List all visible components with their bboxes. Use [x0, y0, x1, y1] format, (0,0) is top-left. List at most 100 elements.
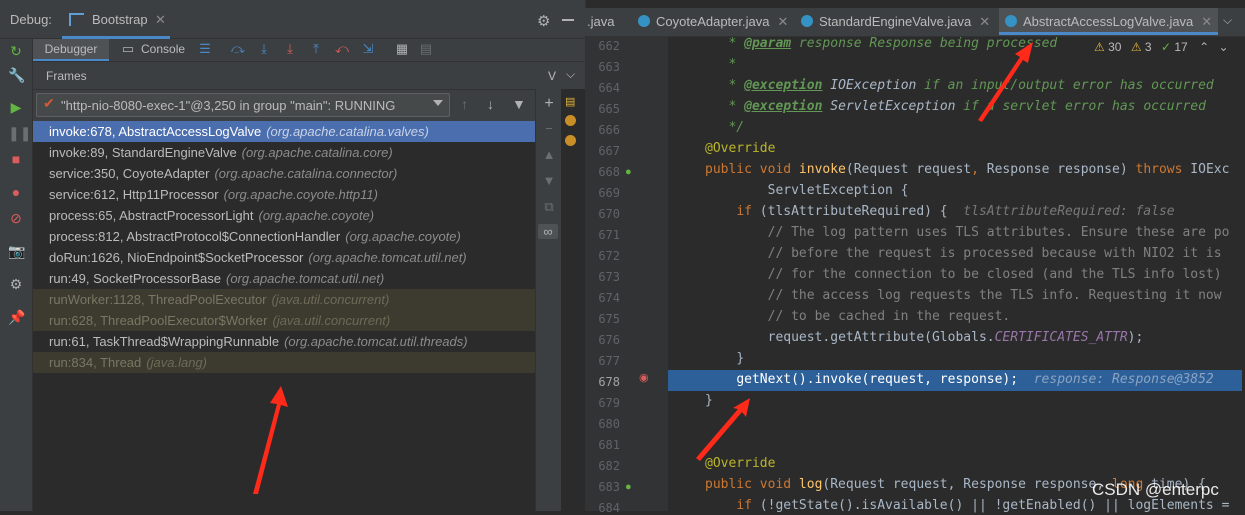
pause-icon[interactable]: ❚❚ [8, 125, 31, 141]
view-breakpoints-icon[interactable]: ● [8, 184, 24, 200]
frame-method: invoke:89, StandardEngineValve [49, 145, 237, 160]
resume-icon[interactable]: ▶ [8, 99, 24, 115]
force-step-into-icon[interactable]: ⤓ [283, 42, 297, 56]
line-number[interactable]: 679 [586, 396, 620, 410]
frame-row[interactable]: process:65, AbstractProcessorLight (org.a… [33, 205, 535, 226]
breakpoint-icon[interactable]: ◉ [639, 371, 649, 384]
frame-method: run:628, ThreadPoolExecutor$Worker [49, 313, 268, 328]
line-number[interactable]: 663 [586, 60, 620, 74]
close-icon[interactable]: ✕ [979, 14, 990, 29]
frame-row[interactable]: run:628, ThreadPoolExecutor$Worker (java.… [33, 310, 535, 331]
frame-row[interactable]: service:350, CoyoteAdapter (org.apache.ca… [33, 163, 535, 184]
frame-package: (org.apache.catalina.connector) [214, 166, 398, 181]
close-icon[interactable]: ✕ [777, 14, 788, 29]
move-down-icon[interactable]: ▼ [541, 173, 557, 188]
frame-method: run:61, TaskThread$WrappingRunnable [49, 334, 280, 349]
frame-method: run:834, Thread [49, 355, 142, 370]
line-number[interactable]: 672 [586, 249, 620, 263]
rerun-icon[interactable]: ↻ [8, 43, 24, 59]
frame-row[interactable]: invoke:678, AbstractAccessLogValve (org.a… [33, 121, 535, 142]
arrow-down-icon[interactable]: ↓ [487, 96, 494, 112]
line-number[interactable]: 681 [586, 438, 620, 452]
drop-frame-icon[interactable]: ⤺ [335, 42, 349, 56]
mute-breakpoints-icon[interactable]: ⊘ [8, 210, 24, 226]
editor-tab[interactable]: .java [587, 8, 614, 35]
line-number[interactable]: 674 [586, 291, 620, 305]
settings-icon[interactable]: ⚙ [8, 276, 24, 292]
gear-icon[interactable]: ⚙ [537, 12, 550, 30]
evaluate-expression-icon[interactable]: ▦ [395, 42, 409, 56]
chevron-up-icon[interactable]: ⌃ [1199, 40, 1209, 54]
frame-row[interactable]: process:812, AbstractProtocol$Connection… [33, 226, 535, 247]
line-number[interactable]: 675 [586, 312, 620, 326]
close-icon[interactable]: ✕ [1201, 14, 1212, 29]
line-number[interactable]: 668 [586, 165, 620, 179]
line-number[interactable]: 676 [586, 333, 620, 347]
line-number[interactable]: 664 [586, 81, 620, 95]
line-number[interactable]: 671 [586, 228, 620, 242]
line-number[interactable]: 665 [586, 102, 620, 116]
dropdown-arrow-icon [433, 100, 443, 106]
line-number[interactable]: 683 [586, 480, 620, 494]
run-to-cursor-icon[interactable]: ⇲ [361, 42, 375, 56]
line-number[interactable]: 682 [586, 459, 620, 473]
thread-selector[interactable]: ✔ "http-nio-8080-exec-1"@3,250 in group … [36, 93, 450, 117]
step-into-icon[interactable]: ⤓ [257, 42, 271, 56]
frame-row[interactable]: doRun:1626, NioEndpoint$SocketProcessor (… [33, 247, 535, 268]
tab-console[interactable]: Console [141, 39, 185, 61]
filter-icon[interactable]: ▼ [512, 96, 526, 112]
step-over-icon[interactable]: ⤼ [231, 42, 245, 56]
trace-icon[interactable]: ▤ [419, 42, 433, 56]
line-number[interactable]: 673 [586, 270, 620, 284]
line-number[interactable]: 662 [586, 39, 620, 53]
step-out-icon[interactable]: ⤒ [309, 42, 323, 56]
debug-title: Debug: [10, 12, 52, 27]
chevron-down-icon[interactable]: ⌵ [566, 67, 575, 82]
frame-row[interactable]: service:612, Http11Processor (org.apache.… [33, 184, 535, 205]
frame-row[interactable]: run:61, TaskThread$WrappingRunnable (org.… [33, 331, 535, 352]
list-icon[interactable]: ☰ [198, 42, 212, 56]
tab-debugger[interactable]: Debugger [33, 39, 109, 61]
frame-row[interactable]: run:834, Thread (java.lang) [33, 352, 535, 373]
glasses-icon[interactable]: ∞ [538, 224, 558, 239]
line-number[interactable]: 669 [586, 186, 620, 200]
line-number[interactable]: 680 [586, 417, 620, 431]
editor-tab[interactable]: CoyoteAdapter.java ✕ [638, 8, 788, 35]
implements-marker-icon[interactable]: ● [625, 166, 632, 178]
chevron-down-icon[interactable]: ⌄ [1218, 40, 1228, 54]
code-line-667: @Override [705, 141, 776, 156]
line-number[interactable]: 667 [586, 144, 620, 158]
code-line-675: // to be cached in the request. [767, 309, 1011, 324]
tab-list-icon[interactable]: ⌵ [1223, 13, 1232, 28]
line-number[interactable]: 678 [586, 375, 620, 389]
wrench-icon[interactable]: 🔧 [8, 67, 25, 83]
add-icon[interactable]: + [541, 95, 557, 113]
frame-package: (org.apache.coyote) [258, 208, 375, 223]
minimize-icon[interactable] [562, 19, 574, 21]
remove-icon[interactable]: − [541, 121, 557, 136]
run-config-tab-bootstrap[interactable]: Bootstrap ✕ [62, 6, 170, 39]
line-number[interactable]: 684 [586, 501, 620, 515]
editor-tab-active[interactable]: AbstractAccessLogValve.java ✕ [999, 8, 1219, 35]
pin-icon[interactable]: 📌 [8, 309, 25, 325]
close-icon[interactable]: ✕ [155, 12, 166, 28]
weak-warning-count: 3 [1144, 40, 1152, 54]
editor-tab[interactable]: StandardEngineValve.java ✕ [801, 8, 990, 35]
inspection-widget[interactable]: ⚠ 30 ⚠ 3 ✓ 17 ⌃ ⌄ [1094, 40, 1229, 54]
implements-marker-icon[interactable]: ● [625, 481, 632, 493]
move-up-icon[interactable]: ▲ [541, 147, 557, 162]
line-number[interactable]: 670 [586, 207, 620, 221]
code-line-672: // before the request is processed becau… [767, 246, 1222, 261]
frame-row[interactable]: run:49, SocketProcessorBase (org.apache.t… [33, 268, 535, 289]
arrow-up-icon[interactable]: ↑ [461, 96, 468, 112]
frame-package: (org.apache.catalina.core) [241, 145, 393, 160]
code-line-662: * @param response Response being process… [728, 36, 1058, 51]
code-line-668: public void invoke(Request request, Resp… [705, 162, 1230, 177]
frame-row[interactable]: runWorker:1128, ThreadPoolExecutor (java.… [33, 289, 535, 310]
frame-row[interactable]: invoke:89, StandardEngineValve (org.apach… [33, 142, 535, 163]
line-number[interactable]: 677 [586, 354, 620, 368]
camera-icon[interactable]: 📷 [8, 243, 25, 259]
line-number[interactable]: 666 [586, 123, 620, 137]
stop-icon[interactable]: ■ [8, 151, 24, 167]
copy-icon[interactable]: ⧉ [541, 199, 557, 215]
